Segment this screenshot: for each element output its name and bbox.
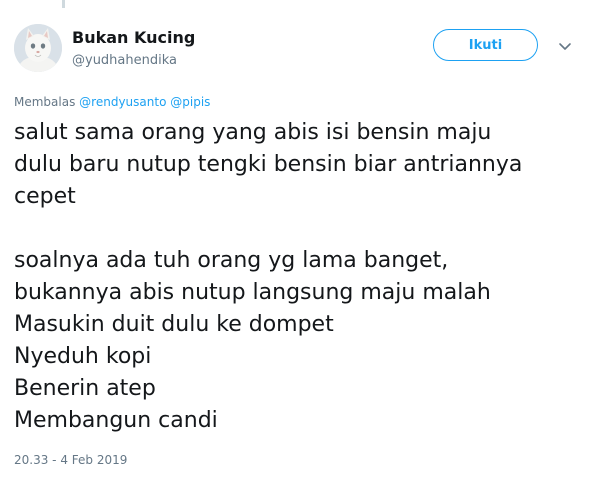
avatar[interactable]: [14, 24, 62, 72]
thread-connector-line: [62, 0, 65, 8]
tweet-line: Nyeduh kopi: [14, 344, 152, 369]
tweet-view: Bukan Kucing @yudhahendika Ikuti Membala…: [0, 0, 602, 480]
cat-avatar-icon: [14, 24, 62, 72]
tweet-line: Masukin duit dulu ke dompet: [14, 312, 334, 337]
previous-tweet-fragment: [330, 0, 380, 6]
chevron-down-icon[interactable]: [557, 38, 573, 54]
tweet-line: Membangun candi: [14, 408, 218, 433]
author-name[interactable]: Bukan Kucing: [72, 28, 195, 48]
mention-link[interactable]: @rendyusanto: [79, 95, 166, 109]
tweet-timestamp[interactable]: 20.33 - 4 Feb 2019: [14, 452, 127, 468]
tweet-line: dulu baru nutup tengki bensin biar antri…: [14, 152, 523, 177]
tweet-line: soalnya ada tuh orang yg lama banget,: [14, 248, 449, 273]
reply-context: Membalas @rendyusanto @pipis: [14, 94, 210, 110]
follow-button[interactable]: Ikuti: [433, 29, 538, 61]
author-handle[interactable]: @yudhahendika: [72, 52, 177, 69]
mention-link[interactable]: @pipis: [170, 95, 210, 109]
reply-prefix: Membalas: [14, 95, 76, 109]
tweet-line: Benerin atep: [14, 376, 156, 401]
tweet-line: cepet: [14, 184, 76, 209]
tweet-line: bukannya abis nutup langsung maju malah: [14, 280, 491, 305]
tweet-line: salut sama orang yang abis isi bensin ma…: [14, 120, 492, 145]
tweet-text: salut sama orang yang abis isi bensin ma…: [14, 117, 594, 437]
